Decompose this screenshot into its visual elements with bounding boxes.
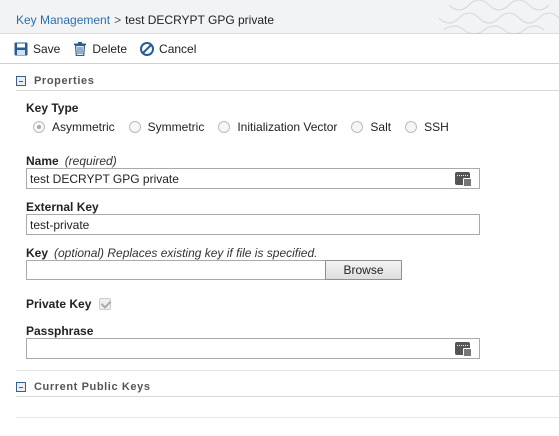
section-properties-title: Properties	[34, 75, 95, 87]
browse-button[interactable]: Browse	[325, 260, 402, 280]
page-title: test DECRYPT GPG private	[125, 13, 275, 27]
external-key-label: External Key	[26, 200, 99, 214]
radio-button-symmetric[interactable]	[128, 121, 141, 133]
header-background-pattern	[439, 0, 559, 34]
virtual-keyboard-icon[interactable]	[455, 172, 472, 187]
trash-icon	[74, 41, 87, 56]
section-current-public-keys-title: Current Public Keys	[34, 381, 151, 393]
radio-button-salt[interactable]	[351, 121, 364, 133]
save-button-label: Save	[33, 41, 61, 56]
name-field-value: test DECRYPT GPG private	[30, 172, 179, 186]
radio-salt[interactable]: Salt	[351, 120, 391, 134]
cancel-button[interactable]: Cancel	[140, 41, 197, 56]
passphrase-field[interactable]	[26, 338, 480, 359]
radio-ssh[interactable]: SSH	[405, 120, 449, 134]
delete-button[interactable]: Delete	[73, 41, 128, 56]
key-label-text: Key	[26, 246, 49, 260]
radio-button-initialization-vector[interactable]	[218, 121, 231, 133]
virtual-keyboard-icon[interactable]	[455, 342, 472, 357]
passphrase-label: Passphrase	[26, 324, 94, 338]
radio-label-ssh: SSH	[424, 120, 449, 134]
section-divider	[16, 396, 559, 397]
radio-symmetric[interactable]: Symmetric	[128, 120, 205, 134]
section-divider	[16, 90, 559, 91]
external-key-field[interactable]: test-private	[26, 214, 480, 235]
radio-label-salt: Salt	[370, 120, 392, 134]
toolbar: Save Delete Cancel	[0, 34, 559, 64]
breadcrumb: Key Management > test DECRYPT GPG private	[0, 0, 559, 34]
radio-initialization-vector[interactable]: Initialization Vector	[218, 120, 337, 134]
save-icon	[14, 42, 28, 55]
name-field[interactable]: test DECRYPT GPG private	[26, 168, 480, 189]
section-current-public-keys[interactable]: Current Public Keys	[16, 378, 559, 396]
radio-button-asymmetric[interactable]	[33, 121, 45, 133]
key-type-radio-group: Asymmetric Symmetric Initialization Vect…	[33, 120, 463, 134]
section-divider	[16, 370, 559, 371]
key-label: Key (optional) Replaces existing key if f…	[26, 246, 317, 260]
save-button[interactable]: Save	[14, 42, 60, 56]
collapse-toggle-icon[interactable]	[16, 382, 26, 392]
key-type-label: Key Type	[26, 101, 79, 115]
breadcrumb-link-key-management[interactable]: Key Management	[16, 13, 110, 27]
name-label-text: Name	[26, 154, 59, 168]
radio-asymmetric[interactable]: Asymmetric	[33, 120, 115, 134]
key-optional-note: (optional) Replaces existing key if file…	[54, 246, 318, 260]
name-label: Name (required)	[26, 154, 117, 168]
external-key-field-value: test-private	[30, 218, 90, 232]
radio-button-ssh[interactable]	[405, 121, 418, 133]
radio-label-asymmetric: Asymmetric	[52, 120, 115, 134]
collapse-toggle-icon[interactable]	[16, 76, 26, 86]
key-file-field[interactable]	[26, 260, 326, 280]
section-properties[interactable]: Properties	[16, 72, 559, 90]
section-divider	[16, 417, 559, 418]
private-key-checkbox[interactable]	[99, 298, 111, 310]
breadcrumb-separator: >	[114, 13, 122, 27]
radio-label-symmetric: Symmetric	[147, 120, 205, 134]
radio-label-initialization-vector: Initialization Vector	[237, 120, 338, 134]
name-required-note: (required)	[64, 154, 117, 168]
delete-button-label: Delete	[92, 41, 128, 56]
cancel-button-label: Cancel	[159, 41, 197, 56]
cancel-icon	[140, 41, 155, 56]
private-key-label: Private Key	[26, 297, 92, 311]
